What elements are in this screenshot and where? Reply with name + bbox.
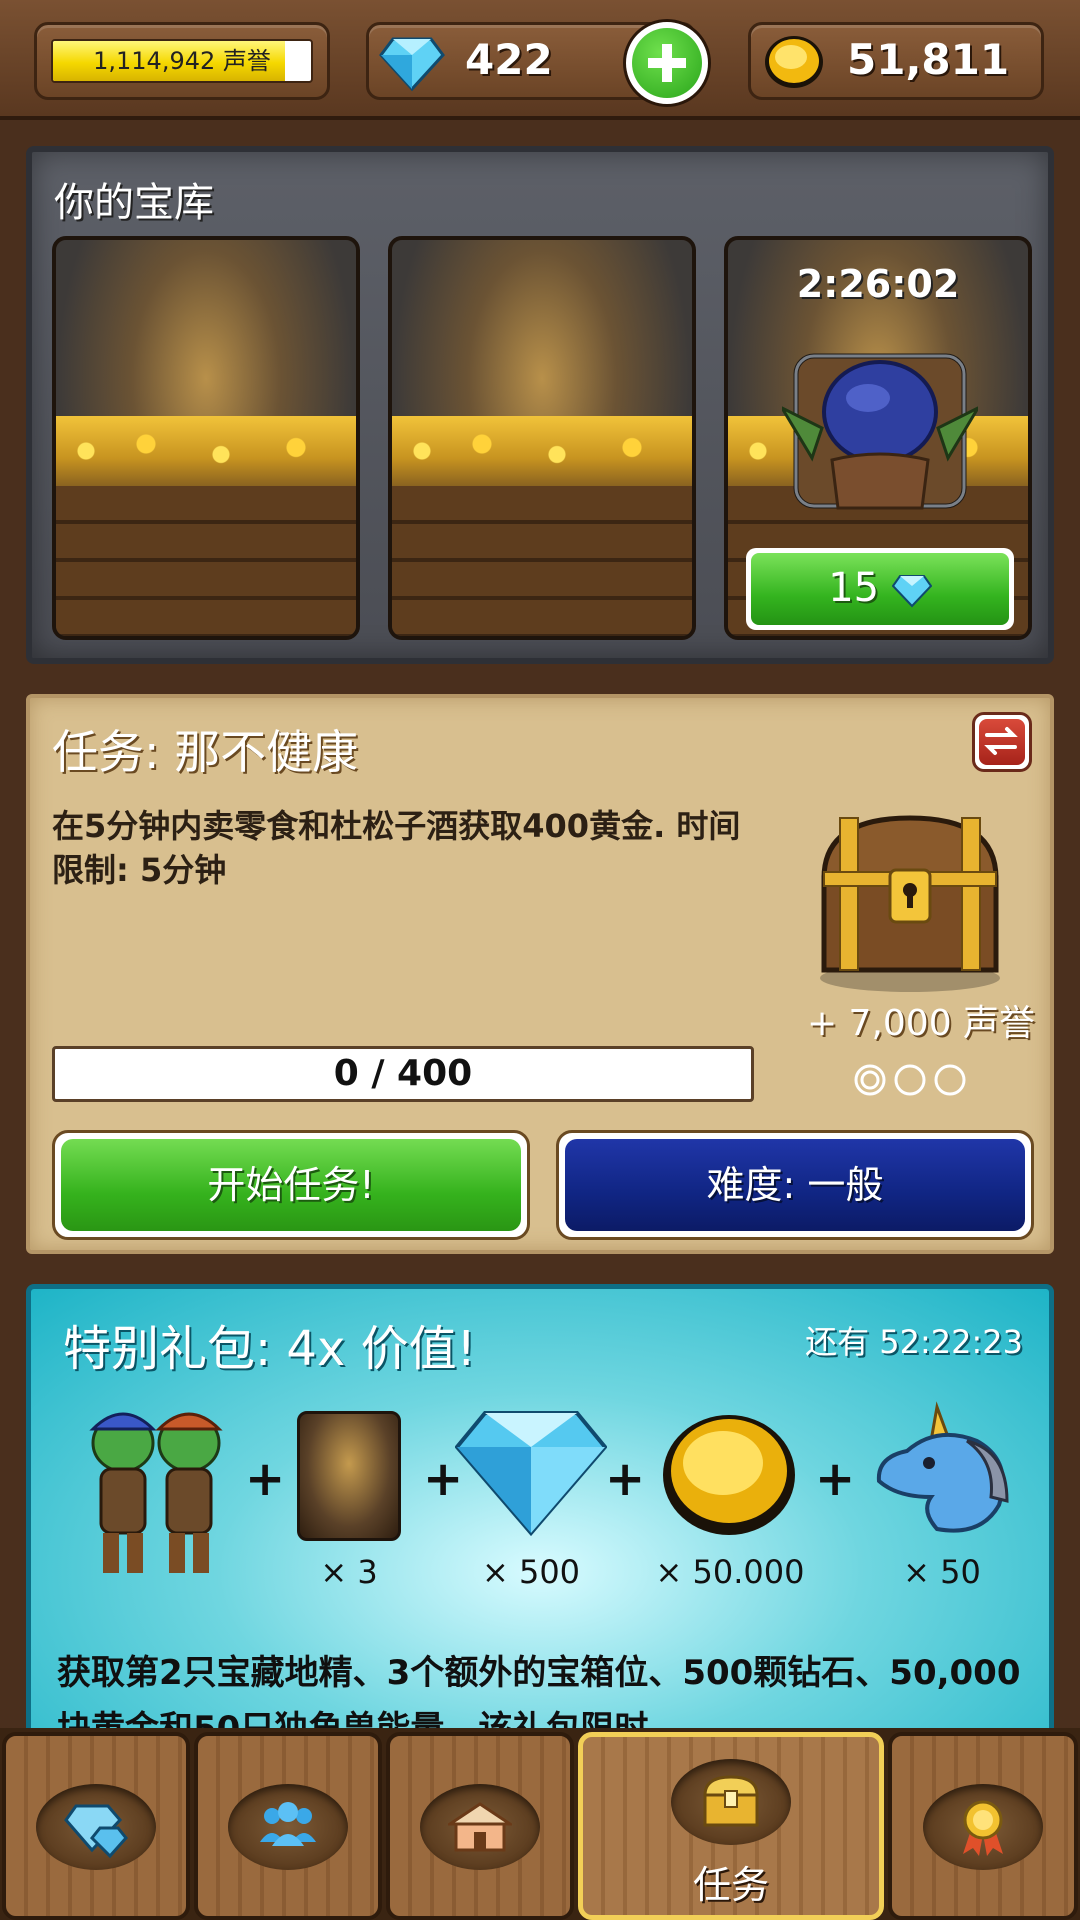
diamond-icon bbox=[891, 575, 933, 608]
rating-circle-inner bbox=[860, 1070, 880, 1090]
goblin-chest-icon bbox=[782, 353, 978, 510]
vault-slot-1[interactable] bbox=[52, 236, 360, 640]
medal-icon bbox=[963, 1800, 1003, 1856]
nav-tab-missions-label: 任务 bbox=[692, 1863, 769, 1907]
mission-reward: + 7,000 声誉 bbox=[806, 1003, 1036, 1044]
gold-panel: 51,811 bbox=[748, 22, 1044, 100]
swap-icon bbox=[984, 727, 1018, 755]
chest-icon bbox=[703, 1775, 759, 1827]
plus-sign: + bbox=[605, 1451, 646, 1507]
buy-gems-button[interactable] bbox=[623, 19, 711, 107]
pack-timer: 还有 52:22:23 bbox=[805, 1323, 1023, 1361]
plus-sign: + bbox=[245, 1451, 286, 1507]
nav-tab-missions[interactable]: 任务 bbox=[578, 1732, 884, 1920]
mission-title: 任务: 那不健康 bbox=[52, 725, 359, 779]
goblins-icon bbox=[89, 1412, 223, 1573]
speedup-cost: 15 bbox=[828, 565, 880, 611]
unicorn-icon bbox=[876, 1401, 1009, 1533]
rating-circle bbox=[854, 1064, 886, 1096]
gold-count: 51,811 bbox=[847, 35, 1010, 84]
gem-panel: 422 bbox=[366, 19, 711, 107]
swap-mission-button[interactable] bbox=[972, 712, 1032, 772]
nav-tab-achievements[interactable] bbox=[888, 1732, 1078, 1920]
vault-slot-3[interactable]: 2:26:02 15 bbox=[724, 236, 1032, 640]
top-resource-bar: 1,114,942 声誉 422 51,811 bbox=[0, 0, 1080, 120]
gem-count: 422 bbox=[465, 35, 553, 84]
difficulty-button[interactable]: 难度: 一般 bbox=[556, 1130, 1034, 1240]
treasure-vault: 你的宝库 2:26:02 15 bbox=[26, 146, 1054, 664]
diamond-icon bbox=[64, 1804, 128, 1858]
nav-tab-shop[interactable] bbox=[386, 1732, 574, 1920]
mission-progress-bar: 0 / 400 bbox=[52, 1046, 754, 1102]
mission-description: 在5分钟内卖零食和杜松子酒获取400黄金. 时间限制: 5分钟 bbox=[52, 807, 741, 889]
diamond-icon bbox=[379, 37, 445, 92]
treasure-chest-icon bbox=[820, 815, 1000, 992]
reputation-bar: 1,114,942 声誉 bbox=[51, 39, 313, 83]
shop-icon bbox=[448, 1802, 512, 1852]
mission-rating-stars bbox=[854, 1064, 966, 1096]
vault-title: 你的宝库 bbox=[54, 180, 214, 226]
vault-slot-timer: 2:26:02 bbox=[796, 262, 960, 306]
people-icon bbox=[260, 1802, 316, 1846]
start-mission-button[interactable]: 开始任务! bbox=[52, 1130, 530, 1240]
pack-qty-slots: × 3 bbox=[320, 1553, 378, 1591]
nav-tab-gems[interactable] bbox=[2, 1732, 190, 1920]
pack-qty-unicorn: × 50 bbox=[903, 1553, 981, 1591]
gold-coin-icon bbox=[663, 1415, 795, 1535]
rating-circle bbox=[894, 1064, 926, 1096]
special-pack-offer[interactable]: 特别礼包: 4x 价值! 还有 52:22:23 + × 3 + × 500 + bbox=[26, 1284, 1054, 1764]
mission-progress-text: 0 / 400 bbox=[333, 1053, 473, 1094]
pack-qty-diamonds: × 500 bbox=[481, 1553, 581, 1591]
start-mission-label: 开始任务! bbox=[61, 1139, 521, 1231]
diamond-icon bbox=[455, 1411, 607, 1537]
speedup-button[interactable]: 15 bbox=[746, 548, 1014, 630]
plus-sign: + bbox=[815, 1451, 856, 1507]
pack-title: 特别礼包: 4x 价值! bbox=[63, 1321, 476, 1377]
bottom-navigation: 任务 bbox=[0, 1728, 1080, 1920]
nav-tab-staff[interactable] bbox=[194, 1732, 382, 1920]
rating-circle bbox=[934, 1064, 966, 1096]
pack-qty-gold: × 50.000 bbox=[655, 1553, 805, 1591]
reputation-panel: 1,114,942 声誉 bbox=[34, 22, 330, 100]
difficulty-label: 难度: 一般 bbox=[565, 1139, 1025, 1231]
reputation-value: 1,114,942 声誉 bbox=[93, 47, 271, 75]
mission-panel: 任务: 那不健康 在5分钟内卖零食和杜松子酒获取400黄金. 时间限制: 5分钟… bbox=[26, 694, 1054, 1254]
vault-slot-2[interactable] bbox=[388, 236, 696, 640]
vault-slot-icon bbox=[297, 1411, 401, 1541]
gold-coin-icon bbox=[765, 36, 823, 88]
